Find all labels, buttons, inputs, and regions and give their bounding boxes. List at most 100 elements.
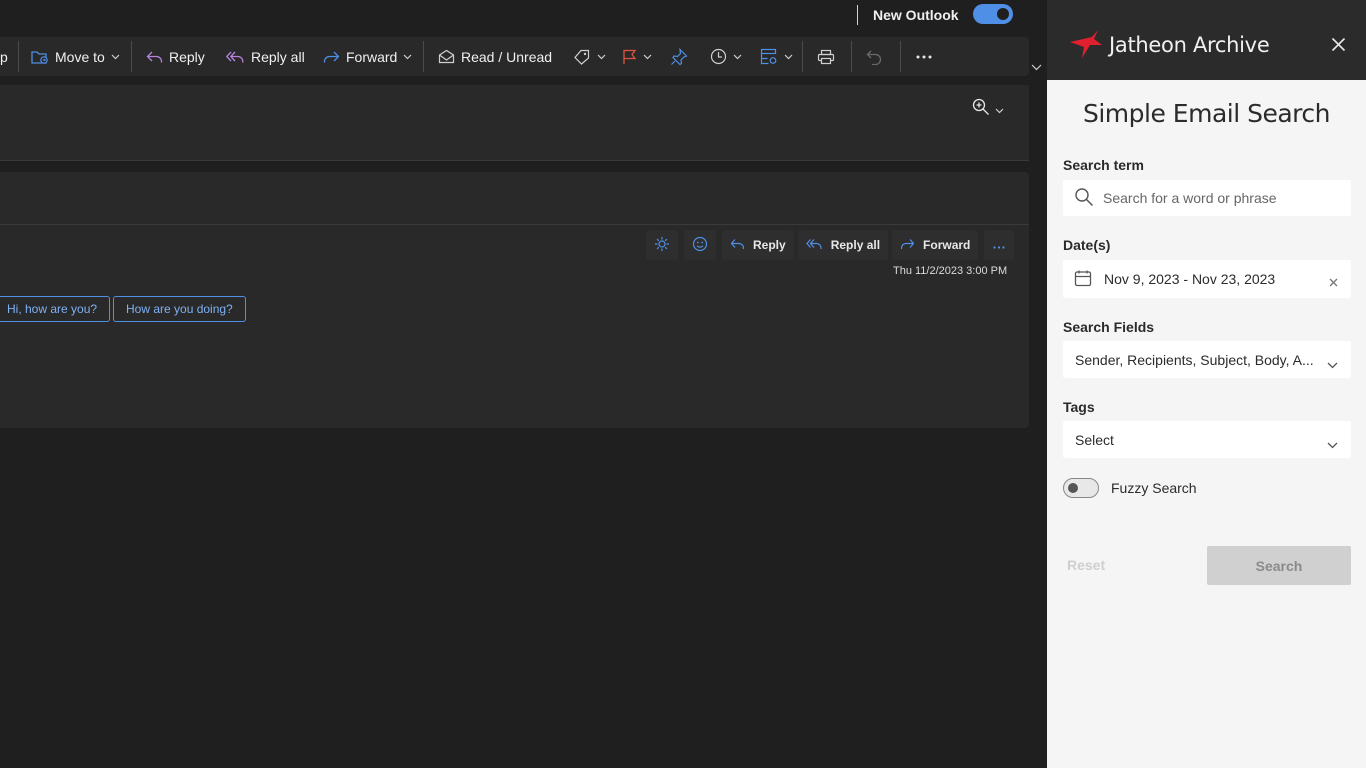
date-range-value: Nov 9, 2023 - Nov 23, 2023 (1104, 271, 1276, 287)
ribbon-divider (802, 41, 803, 72)
search-button[interactable]: Search (1207, 546, 1351, 585)
move-to-label: Move to (55, 48, 105, 65)
rules-icon (760, 48, 778, 65)
pin-icon (670, 47, 688, 66)
outlook-reading-pane: New Outlook p Move to Reply Reply all Fo… (0, 0, 1047, 768)
tags-label: Tags (1063, 399, 1095, 415)
chevron-down-icon (1327, 436, 1338, 452)
message-more-button[interactable] (984, 230, 1015, 260)
reply-label: Reply (169, 48, 205, 65)
message-reply-label: Reply (753, 238, 786, 252)
chevron-down-icon (597, 54, 606, 60)
tags-value: Select (1075, 431, 1114, 448)
title-bar: New Outlook (0, 0, 1047, 36)
search-fields-value: Sender, Recipients, Subject, Body, A... (1075, 351, 1314, 368)
message-reply-button[interactable]: Reply (722, 230, 794, 260)
read-unread-label: Read / Unread (461, 48, 553, 65)
sun-icon (654, 236, 670, 255)
chevron-down-icon (643, 54, 652, 60)
printer-icon (817, 49, 835, 65)
clear-date-icon[interactable] (1329, 274, 1338, 290)
reset-button[interactable]: Reset (1067, 557, 1105, 573)
search-term-label: Search term (1063, 157, 1144, 173)
chevron-down-icon (403, 54, 412, 60)
ribbon-toolbar: p Move to Reply Reply all Forward Read /… (0, 37, 1029, 76)
zoom-in-icon (972, 98, 990, 121)
ribbon-divider (900, 41, 901, 72)
forward-button[interactable]: Forward (323, 37, 412, 76)
message-date: Thu 11/2/2023 3:00 PM (893, 265, 1008, 277)
search-fields-dropdown[interactable]: Sender, Recipients, Subject, Body, A... (1063, 341, 1351, 378)
ribbon-expand-chevron-icon[interactable] (1031, 58, 1042, 76)
close-icon[interactable] (1331, 37, 1346, 57)
message-header-panel (0, 85, 1029, 161)
fuzzy-search-label: Fuzzy Search (1111, 480, 1197, 496)
immersive-reader-button[interactable] (646, 230, 678, 260)
message-forward-label: Forward (923, 238, 971, 252)
chevron-down-icon (995, 101, 1004, 119)
reply-button[interactable]: Reply (146, 37, 205, 76)
ribbon-divider (423, 41, 424, 72)
flag-icon (622, 49, 637, 65)
reply-all-button[interactable]: Reply all (226, 37, 305, 76)
addin-title: Jatheon Archive (1109, 33, 1270, 57)
dates-label: Date(s) (1063, 237, 1111, 253)
chevron-down-icon (733, 54, 742, 60)
reply-all-icon (226, 50, 245, 64)
jatheon-addin-pane: Jatheon Archive Simple Email Search Sear… (1047, 0, 1366, 768)
pin-button[interactable] (670, 37, 688, 76)
chevron-down-icon (1327, 356, 1338, 372)
suggested-reply-chip[interactable]: How are you doing? (113, 296, 246, 322)
jatheon-logo-icon (1068, 28, 1104, 65)
search-heading: Simple Email Search (1082, 99, 1331, 128)
undo-icon (866, 49, 883, 65)
ribbon-divider (851, 41, 852, 72)
reply-all-label: Reply all (251, 48, 305, 65)
folder-move-icon (31, 49, 49, 65)
ribbon-divider (131, 41, 132, 72)
more-horizontal-icon (993, 238, 1005, 252)
message-action-bar: Reply Reply all Forward (646, 230, 1015, 260)
zoom-button[interactable] (972, 98, 1004, 121)
reply-all-icon (805, 238, 823, 253)
chevron-down-icon (111, 54, 120, 60)
tags-dropdown[interactable]: Select (1063, 421, 1351, 458)
snooze-button[interactable] (710, 37, 742, 76)
forward-icon (900, 238, 915, 253)
fuzzy-search-toggle[interactable] (1063, 478, 1099, 498)
categorize-button[interactable] (573, 37, 606, 76)
search-fields-label: Search Fields (1063, 319, 1155, 335)
forward-label: Forward (346, 48, 398, 65)
envelope-open-icon (438, 49, 455, 64)
reply-icon (730, 238, 745, 253)
search-term-placeholder: Search for a word or phrase (1103, 190, 1277, 206)
move-to-button[interactable]: Move to (31, 37, 120, 76)
message-reply-all-button[interactable]: Reply all (797, 230, 889, 260)
addin-header: Jatheon Archive (1047, 0, 1366, 80)
forward-icon (323, 50, 340, 64)
chevron-down-icon (784, 54, 793, 60)
print-button[interactable] (817, 37, 835, 76)
tag-icon (573, 49, 591, 65)
date-range-picker[interactable]: Nov 9, 2023 - Nov 23, 2023 (1063, 260, 1351, 298)
reply-icon (146, 50, 163, 64)
undo-button[interactable] (866, 37, 883, 76)
new-outlook-toggle[interactable] (973, 4, 1013, 24)
emoji-reaction-button[interactable] (684, 230, 716, 260)
ribbon-cut-off-button[interactable]: p (0, 37, 8, 76)
message-forward-button[interactable]: Forward (892, 230, 979, 260)
ribbon-divider (18, 41, 19, 72)
new-outlook-label: New Outlook (873, 7, 959, 23)
search-icon (1074, 187, 1094, 210)
more-horizontal-icon (916, 55, 932, 59)
calendar-icon (1074, 269, 1092, 290)
clock-icon (710, 48, 727, 65)
more-options-button[interactable] (916, 37, 932, 76)
flag-button[interactable] (622, 37, 652, 76)
panel-divider (0, 224, 1029, 225)
ribbon-cut-off-label: p (0, 48, 8, 65)
suggested-reply-chip[interactable]: Hi, how are you? (0, 296, 111, 322)
rules-button[interactable] (760, 37, 793, 76)
read-unread-button[interactable]: Read / Unread (438, 37, 552, 76)
search-term-input[interactable]: Search for a word or phrase (1063, 180, 1351, 216)
